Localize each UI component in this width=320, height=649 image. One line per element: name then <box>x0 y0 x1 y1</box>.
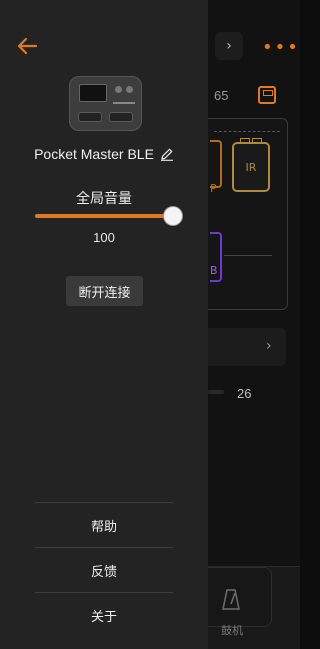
volume-slider[interactable] <box>35 207 182 225</box>
tab-drum-machine[interactable]: 鼓机 <box>221 622 243 638</box>
list-row[interactable] <box>208 328 286 366</box>
tab-card <box>208 567 272 627</box>
slider-track[interactable] <box>208 390 224 394</box>
signal-chain-dash <box>214 131 280 132</box>
device-screen <box>79 84 107 102</box>
volume-fill <box>35 214 173 218</box>
more-icon[interactable]: ••• <box>262 37 300 58</box>
side-drawer: Pocket Master BLE 全局音量 100 断开连接 帮助 反馈 关于 <box>0 0 208 649</box>
volume-slider-thumb[interactable] <box>164 207 182 225</box>
device-footswitch <box>109 112 133 122</box>
back-arrow-icon[interactable] <box>14 33 40 59</box>
chevron-right-icon[interactable]: › <box>215 32 243 60</box>
bpm-value: 65 <box>214 88 229 103</box>
device-image <box>69 76 142 131</box>
global-volume-label: 全局音量 <box>76 191 132 207</box>
save-icon[interactable] <box>258 86 276 104</box>
edit-pencil-icon[interactable] <box>160 147 174 161</box>
menu-item-help[interactable]: 帮助 <box>35 502 173 547</box>
metronome-icon[interactable] <box>222 588 240 610</box>
device-name: Pocket Master BLE <box>34 146 154 162</box>
menu-item-feedback[interactable]: 反馈 <box>35 547 173 592</box>
ir-label: IR <box>245 160 257 174</box>
signal-line <box>224 255 272 256</box>
drawer-menu: 帮助 反馈 关于 <box>35 502 173 637</box>
pedal-label: P <box>210 182 217 195</box>
pedal-slot[interactable] <box>210 140 222 188</box>
device-knob <box>126 86 133 93</box>
device-trim <box>113 102 135 104</box>
slider-value: 26 <box>237 386 252 401</box>
ir-pedal[interactable]: IR <box>232 138 270 192</box>
device-name-row: Pocket Master BLE <box>0 144 208 164</box>
device-knob <box>115 86 122 93</box>
chevron-right-icon: › <box>266 338 272 354</box>
device-footswitch <box>78 112 102 122</box>
pedal-label: B <box>210 264 218 277</box>
volume-value: 100 <box>93 230 115 245</box>
disconnect-button[interactable]: 断开连接 <box>66 276 143 306</box>
menu-item-about[interactable]: 关于 <box>35 592 173 637</box>
